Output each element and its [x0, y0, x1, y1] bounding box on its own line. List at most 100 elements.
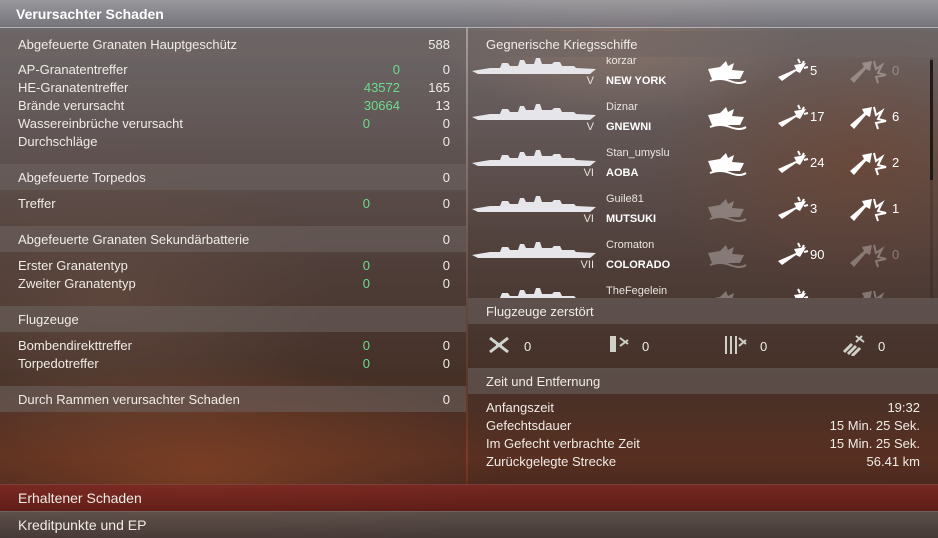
ship-name: COLORADO	[606, 259, 671, 271]
ship-tier: VI	[583, 167, 594, 179]
time-distance-header: Zeit und Entfernung	[468, 368, 938, 394]
plane-stat-value: 0	[878, 339, 886, 354]
table-row: Wassereinbrüche verursacht 0 0	[0, 114, 466, 132]
row-green-value: 0	[392, 61, 400, 77]
table-row: Brände verursacht 30664 13	[0, 96, 466, 114]
ramming-header: Durch Rammen verursachter Schaden 0	[0, 386, 466, 412]
credits-xp-label: Kreditpunkte und EP	[18, 517, 147, 533]
enemy-ship-row[interactable]: Vkorzar NEW YORK 5 0	[468, 57, 928, 101]
dive-bomber-icon	[842, 335, 865, 358]
row-value: 0	[442, 115, 450, 131]
row-label: Torpedotreffer	[18, 355, 99, 371]
critical-hit-icon	[846, 103, 888, 131]
critical-hit-icon	[846, 195, 888, 223]
ship-tier: V	[586, 121, 594, 133]
hits-value: 17	[810, 109, 825, 124]
row-value: 165	[428, 79, 450, 95]
ship-tier: VII	[580, 259, 594, 271]
player-name: TheFegelein	[606, 285, 668, 297]
row-green-value: 30664	[363, 97, 400, 113]
table-row: Gefechtsdauer 15 Min. 25 Sek.	[468, 416, 938, 434]
page-title: Verursachter Schaden	[16, 5, 164, 22]
row-value: 0	[442, 275, 450, 291]
enemy-list-scrollbar[interactable]	[930, 58, 933, 298]
table-row: Zweiter Granatentyp 0 0	[0, 274, 466, 292]
secondary-header: Abgefeuerte Granaten Sekundärbatterie 0	[0, 226, 466, 252]
row-label: Durchschläge	[18, 133, 98, 149]
enemy-ship-row[interactable]: V Diznar GNEWNI 17 6	[468, 101, 928, 147]
row-value: 13	[435, 97, 450, 113]
row-value: 15 Min. 25 Sek.	[829, 435, 920, 451]
ship-silhouette-icon	[470, 57, 598, 77]
player-name: Stan_umyslu	[606, 147, 670, 159]
row-green-value: 43572	[363, 79, 400, 95]
enemy-ship-row[interactable]: VI Guile81 MUTSUKI 3 1	[468, 193, 928, 239]
row-label: Treffer	[18, 195, 56, 211]
plane-stat-value: 0	[524, 339, 532, 354]
enemy-ship-row[interactable]: VII Cromaton COLORADO 90 0	[468, 239, 928, 285]
credits-xp-tab[interactable]: Kreditpunkte und EP	[0, 511, 938, 538]
secondary-title: Abgefeuerte Granaten Sekundärbatterie	[18, 231, 250, 247]
shell-hit-icon	[772, 149, 814, 177]
plane-stat: 0	[486, 334, 586, 358]
row-label: Erster Granatentyp	[18, 257, 128, 273]
aircraft-header: Flugzeuge	[0, 306, 466, 332]
scrollbar-thumb[interactable]	[930, 60, 933, 180]
critical-hits-value: 0	[892, 63, 900, 78]
ship-tier: VI	[583, 213, 594, 225]
table-row: Erster Granatentyp 0 0	[0, 256, 466, 274]
row-green-value: 0	[362, 195, 370, 211]
torpedoes-header: Abgefeuerte Torpedos 0	[0, 164, 466, 190]
planes-destroyed-title: Flugzeuge zerstört	[486, 303, 594, 319]
table-row: Anfangszeit 19:32	[468, 398, 938, 416]
table-row: Zurückgelegte Strecke 56.41 km	[468, 452, 938, 470]
row-value: 0	[442, 355, 450, 371]
received-damage-tab[interactable]: Erhaltener Schaden	[0, 484, 938, 511]
row-value: 0	[442, 337, 450, 353]
ship-silhouette-icon	[470, 195, 598, 215]
row-value: 15 Min. 25 Sek.	[829, 417, 920, 433]
player-name: Cromaton	[606, 239, 655, 251]
burning-ship-icon	[706, 149, 748, 177]
plane-stat: 0	[722, 334, 822, 358]
ship-silhouette-icon	[470, 241, 598, 261]
hits-value: 5	[810, 63, 818, 78]
row-label: Anfangszeit	[486, 399, 554, 415]
burning-ship-icon	[706, 103, 748, 131]
burning-ship-icon	[706, 287, 748, 298]
table-row: HE-Granatentreffer 43572 165	[0, 78, 466, 96]
enemy-ship-row[interactable]: VI Stan_umyslu AOBA 24 2	[468, 147, 928, 193]
row-label: Wassereinbrüche verursacht	[18, 115, 183, 131]
table-row: Im Gefecht verbrachte Zeit 15 Min. 25 Se…	[468, 434, 938, 452]
table-row: Torpedotreffer 0 0	[0, 354, 466, 372]
enemy-ship-row[interactable]: TheFegelein	[468, 285, 928, 298]
enemies-title: Gegnerische Kriegsschiffe	[486, 36, 638, 52]
ship-silhouette-icon	[470, 103, 598, 123]
table-row: Durchschläge 0	[0, 132, 466, 150]
row-label: Bombendirekttreffer	[18, 337, 132, 353]
burning-ship-icon	[706, 241, 748, 269]
ship-tier: V	[586, 75, 594, 87]
row-label: Zweiter Granatentyp	[18, 275, 136, 291]
critical-hits-value: 2	[892, 155, 900, 170]
critical-hits-value: 1	[892, 201, 900, 216]
critical-hits-value: 0	[892, 247, 900, 262]
hits-value: 24	[810, 155, 825, 170]
row-value: 0	[442, 257, 450, 273]
time-distance-title: Zeit und Entfernung	[486, 373, 601, 389]
critical-hits-value: 6	[892, 109, 900, 124]
ship-name: MUTSUKI	[606, 213, 657, 225]
enemy-ship-list[interactable]: Vkorzar NEW YORK 5 0 V Diznar GNEWNI 17 6 VI Stan_…	[468, 57, 930, 298]
row-green-value: 0	[362, 257, 370, 273]
torpedo-bomber-icon	[725, 336, 747, 354]
plane-stat: 0	[604, 334, 704, 358]
aircraft-title: Flugzeuge	[18, 311, 79, 327]
row-green-value: 0	[362, 355, 370, 371]
table-row: Bombendirekttreffer 0 0	[0, 336, 466, 354]
shell-hit-icon	[772, 195, 814, 223]
player-name: Guile81	[606, 193, 644, 205]
shell-hit-icon	[772, 57, 814, 85]
section-header-damage-dealt[interactable]: Verursachter Schaden	[0, 0, 938, 28]
plane-stat-value: 0	[760, 339, 768, 354]
row-green-value: 0	[362, 337, 370, 353]
